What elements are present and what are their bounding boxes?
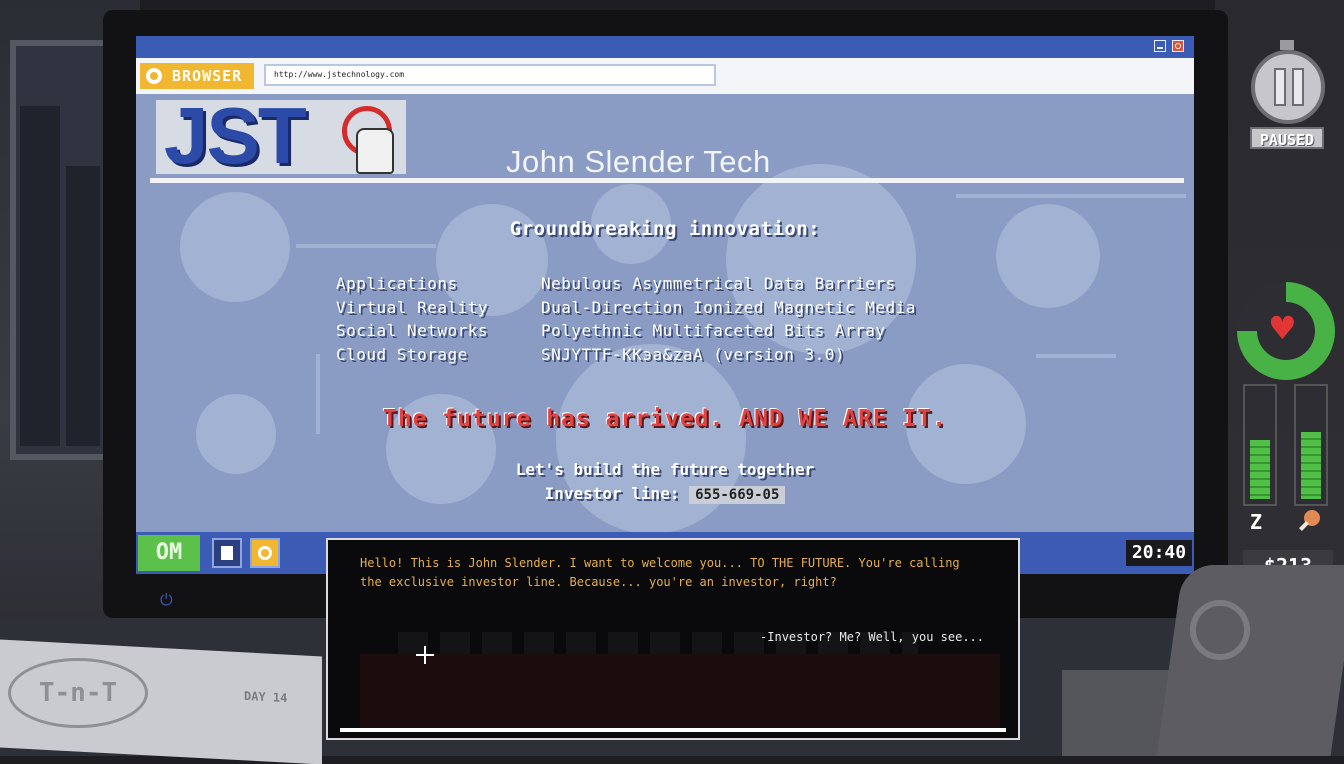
sleep-meter	[1243, 384, 1277, 506]
product-item: Polyethnic Multifaceted Bits Array	[541, 321, 886, 340]
food-meter	[1294, 384, 1328, 506]
window	[10, 40, 110, 460]
heart-icon: ♥	[1268, 309, 1297, 347]
jst-logo[interactable]: JST	[156, 94, 406, 178]
dialogue-backdrop	[360, 654, 1000, 730]
pause-icon	[1292, 68, 1304, 106]
food-icon	[1298, 510, 1320, 532]
window-titlebar	[136, 36, 1194, 58]
site-title: John Slender Tech	[506, 144, 771, 179]
tnt-logo: T-n-T	[8, 658, 148, 728]
crosshair-cursor-icon	[416, 646, 434, 664]
pause-button[interactable]	[1251, 50, 1325, 124]
tagline: The future has arrived. AND WE ARE IT.	[382, 406, 948, 432]
sleep-icon: Z	[1250, 510, 1263, 534]
logo-text: JST	[164, 91, 307, 180]
products-left-list: Applications Virtual Reality Social Netw…	[336, 272, 488, 366]
pause-icon	[1274, 68, 1286, 106]
product-item: Nebulous Asymmetrical Data Barriers	[541, 274, 896, 293]
hand-cursor-icon	[356, 128, 394, 174]
product-item: Dual-Direction Ionized Magnetic Media	[541, 297, 916, 317]
dialogue-divider	[340, 728, 1006, 732]
cta-line: Let's build the future together	[515, 460, 815, 479]
phone-handset	[1156, 565, 1344, 756]
url-field[interactable]: http://www.jstechnology.com	[264, 64, 716, 86]
minimize-button[interactable]	[1154, 40, 1166, 52]
dialogue-box: Hello! This is John Slender. I want to w…	[326, 538, 1020, 740]
food-meter-fill	[1301, 432, 1321, 499]
address-bar: BROWSER http://www.jstechnology.com	[136, 58, 1194, 94]
product-item: SNJYTTF-KKэa&zaA (version 3.0)	[541, 344, 845, 364]
browser-label: BROWSER	[172, 67, 243, 85]
taskbar-browser-icon[interactable]	[250, 538, 280, 568]
paused-label: PAUSED	[1250, 127, 1324, 149]
start-button[interactable]: OM	[138, 535, 200, 571]
web-page: JST John Slender Tech Groundbreaking inn…	[136, 94, 1194, 534]
call-to-action: Let's build the future together Investor…	[136, 458, 1194, 507]
product-item: Social Networks	[336, 321, 488, 340]
clock: 20:40	[1126, 540, 1192, 566]
product-item: Virtual Reality	[336, 297, 488, 317]
power-icon[interactable]: ⏻	[160, 590, 173, 610]
dialogue-text: Hello! This is John Slender. I want to w…	[360, 556, 960, 589]
browser-badge[interactable]: BROWSER	[140, 63, 254, 89]
products-right-list: Nebulous Asymmetrical Data Barriers Dual…	[541, 272, 916, 366]
browser-icon	[146, 68, 162, 84]
investor-line: Investor line: 655-669-05	[136, 482, 1194, 507]
phone-dial-icon	[1190, 600, 1250, 660]
computer-screen: BROWSER http://www.jstechnology.com JST …	[136, 36, 1194, 574]
investor-phone[interactable]: 655-669-05	[689, 486, 786, 504]
product-item: Cloud Storage	[336, 344, 468, 364]
day-label: DAY 14	[244, 688, 288, 706]
sleep-meter-fill	[1250, 440, 1270, 499]
taskbar-app-icon[interactable]	[212, 538, 242, 568]
product-item: Applications	[336, 274, 458, 293]
stopwatch-knob	[1280, 40, 1294, 50]
close-button[interactable]	[1172, 40, 1184, 52]
title-divider	[150, 178, 1184, 183]
reply-option[interactable]: -Investor? Me? Well, you see...	[760, 630, 984, 644]
investor-label: Investor line:	[544, 484, 680, 503]
headline: Groundbreaking innovation:	[509, 218, 821, 240]
